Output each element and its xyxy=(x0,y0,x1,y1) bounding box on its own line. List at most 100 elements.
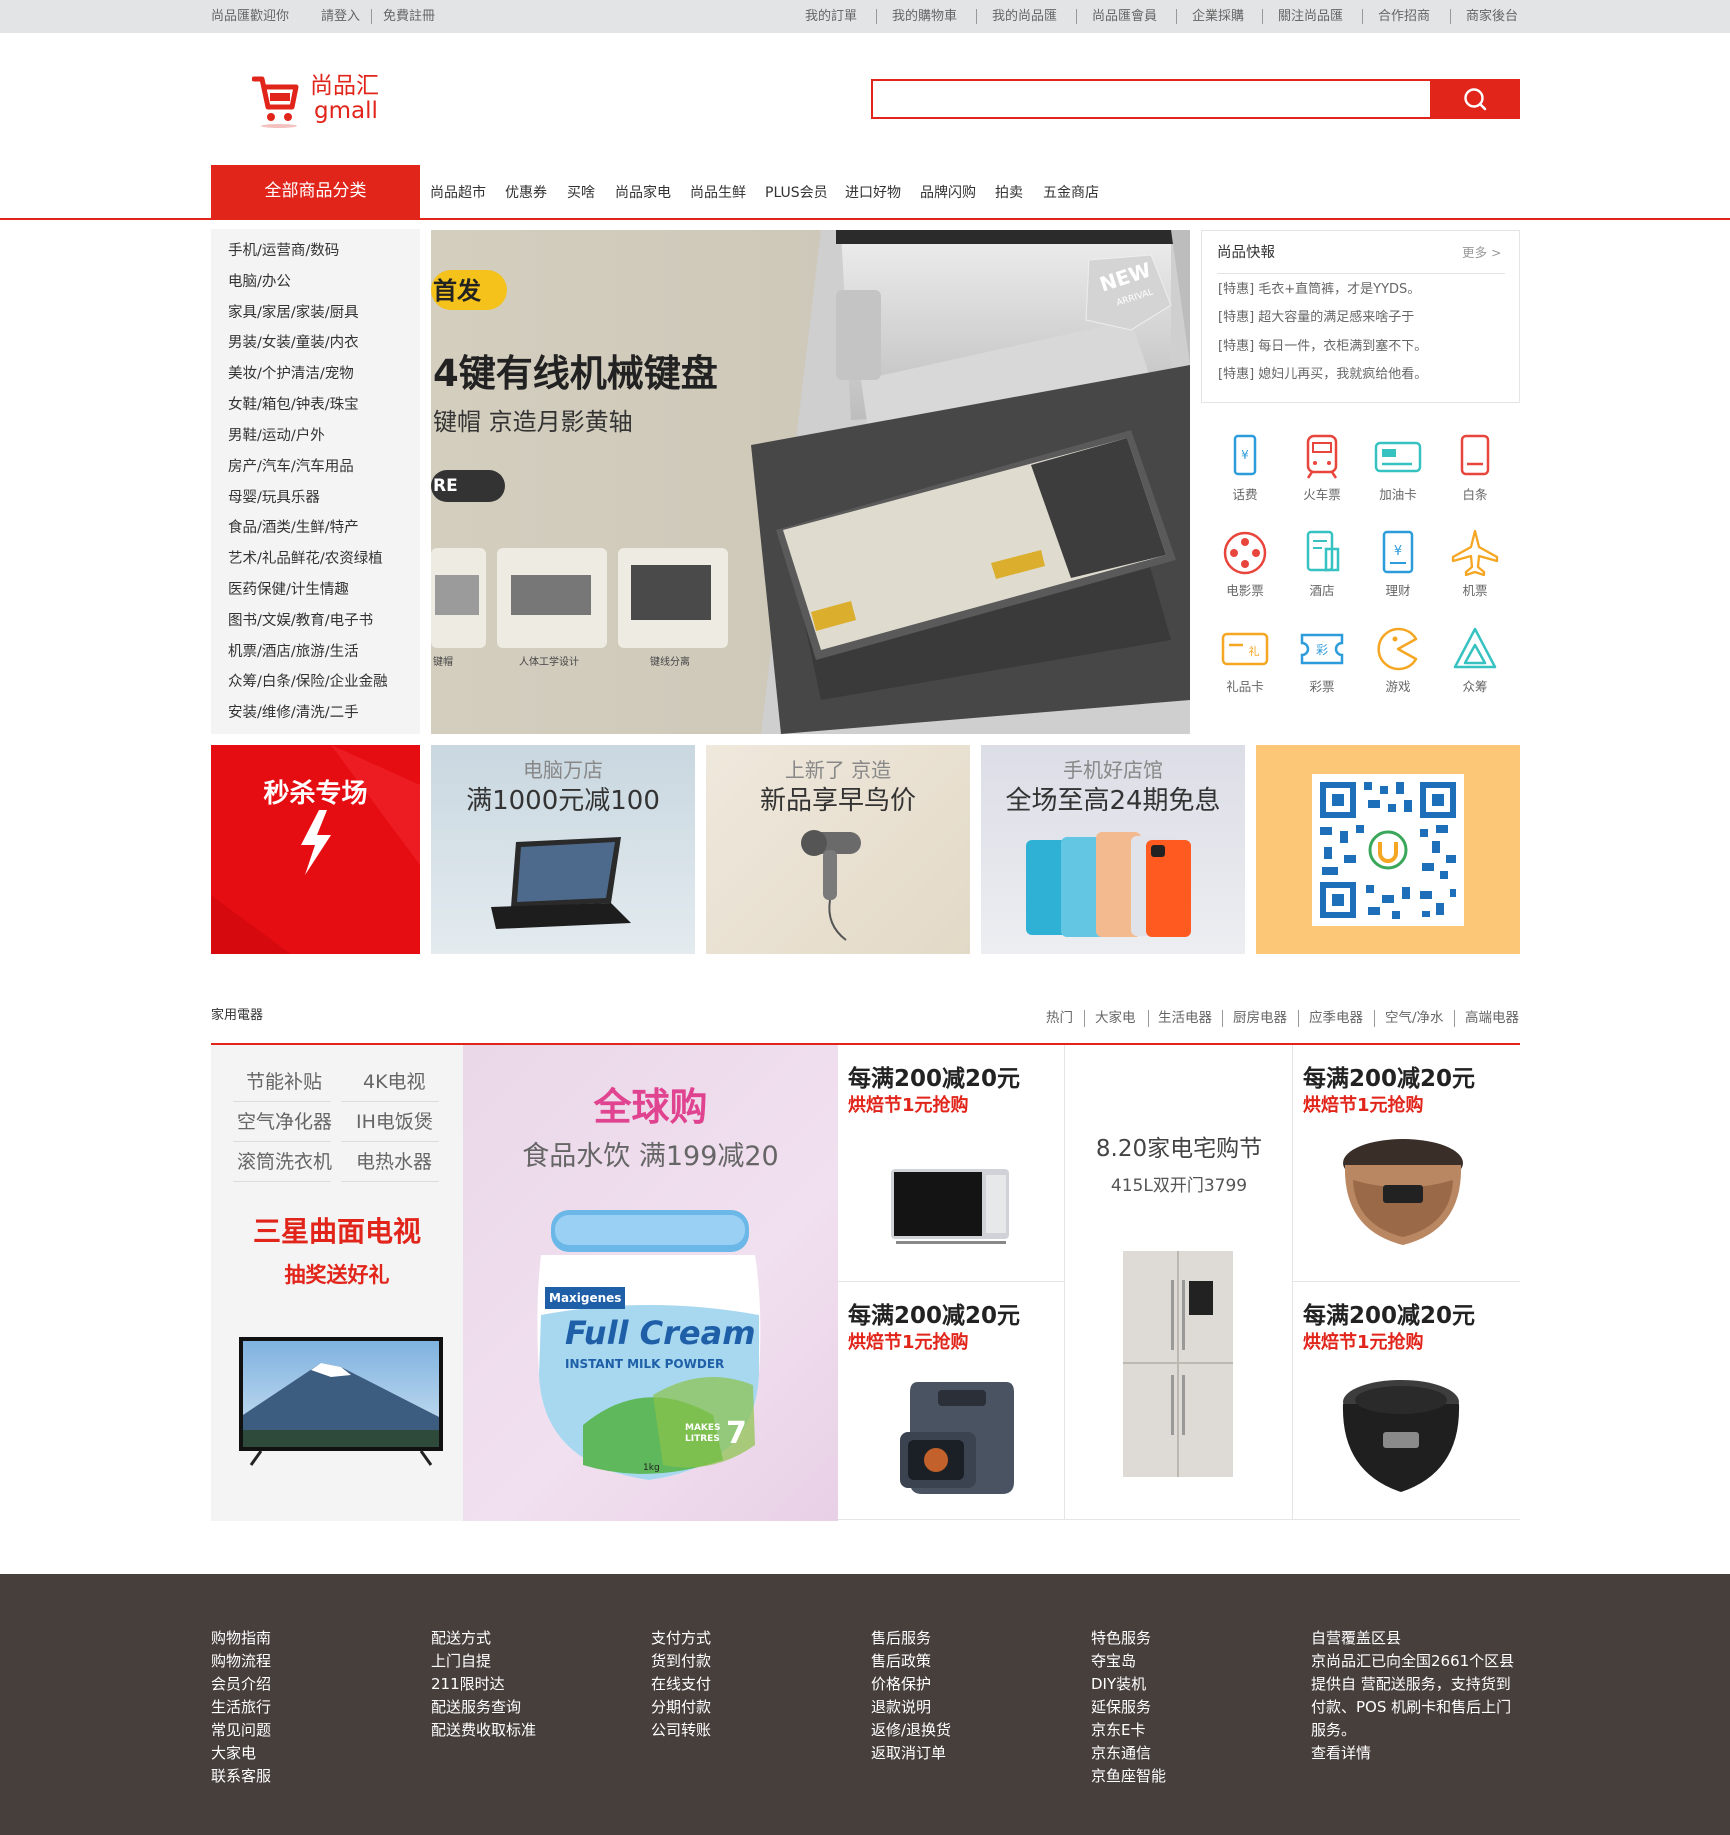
footer-link[interactable]: 分期付款 xyxy=(651,1696,711,1719)
footer-heading[interactable]: 特色服务 xyxy=(1091,1627,1166,1650)
seckill-banner[interactable]: 秒杀专场 xyxy=(211,745,420,954)
news-item[interactable]: [特惠] 每日一件，衣柜满到塞不下。 xyxy=(1218,339,1427,355)
service-fuel-card[interactable]: 加油卡 xyxy=(1368,433,1428,502)
category-item[interactable]: 男装/女装/童装/内衣 xyxy=(228,334,359,352)
nav-item-buy[interactable]: 买啥 xyxy=(567,185,595,201)
service-gift-card[interactable]: 礼 礼品卡 xyxy=(1215,625,1275,694)
category-item[interactable]: 家具/家居/家装/厨具 xyxy=(228,304,359,322)
floor-tab-hot[interactable]: 热门 xyxy=(1046,1010,1073,1026)
carousel-banner[interactable]: 首发 4键有线机械键盘 键帽 京造月影黄轴 RE NEW ARRIVAL 键帽 … xyxy=(431,230,1190,734)
service-crowdfund[interactable]: 众筹 xyxy=(1445,625,1505,694)
category-item[interactable]: 电脑/办公 xyxy=(228,273,291,291)
logo-text[interactable]: 尚品汇 xyxy=(310,72,379,100)
category-item[interactable]: 手机/运营商/数码 xyxy=(228,242,339,260)
footer-link[interactable]: 京东E卡 xyxy=(1091,1719,1166,1742)
footer-link[interactable]: 会员介绍 xyxy=(211,1673,271,1696)
nav-item-plus[interactable]: PLUS会员 xyxy=(765,185,828,201)
footer-link[interactable]: 货到付款 xyxy=(651,1650,711,1673)
news-item[interactable]: [特惠] 毛衣+直筒裤，才是YYDS。 xyxy=(1218,282,1420,298)
footer-link[interactable]: 返取消订单 xyxy=(871,1742,951,1765)
news-item[interactable]: [特惠] 超大容量的满足感来啥子于 xyxy=(1218,310,1414,326)
deal-card-air-fryer[interactable]: 每满200减20元 烘焙节1元抢购 xyxy=(838,1282,1065,1520)
service-lottery[interactable]: 彩 彩票 xyxy=(1292,625,1352,694)
service-flight[interactable]: 机票 xyxy=(1445,529,1505,598)
nav-item-imports[interactable]: 进口好物 xyxy=(845,185,901,201)
category-item[interactable]: 艺术/礼品鲜花/农资绿植 xyxy=(228,550,383,568)
footer-link[interactable]: 公司转账 xyxy=(651,1719,711,1742)
category-item[interactable]: 食品/酒类/生鲜/特产 xyxy=(228,519,359,537)
top-link-member[interactable]: 尚品匯會員 xyxy=(1092,9,1157,25)
search-button[interactable] xyxy=(1431,79,1520,119)
footer-link[interactable]: 在线支付 xyxy=(651,1673,711,1696)
nav-item-appliances[interactable]: 尚品家电 xyxy=(615,185,671,201)
footer-heading[interactable]: 配送方式 xyxy=(431,1627,536,1650)
footer-link[interactable]: 配送服务查询 xyxy=(431,1696,536,1719)
floor-tab-major[interactable]: 大家电 xyxy=(1095,1010,1136,1026)
footer-link[interactable]: 京鱼座智能 xyxy=(1091,1765,1166,1788)
footer-heading[interactable]: 购物指南 xyxy=(211,1627,271,1650)
footer-link[interactable]: 售后政策 xyxy=(871,1650,951,1673)
nav-item-hardware[interactable]: 五金商店 xyxy=(1043,185,1099,201)
nav-item-coupons[interactable]: 优惠券 xyxy=(505,185,547,201)
deal-card-rice-cooker[interactable]: 每满200减20元 烘焙节1元抢购 xyxy=(1293,1045,1520,1282)
category-item[interactable]: 众筹/白条/保险/企业金融 xyxy=(228,673,388,691)
footer-link[interactable]: 购物流程 xyxy=(211,1650,271,1673)
all-categories-button[interactable]: 全部商品分类 xyxy=(211,165,420,218)
footer-link[interactable]: 211限时达 xyxy=(431,1673,536,1696)
category-item[interactable]: 安装/维修/清洗/二手 xyxy=(228,704,359,722)
logo-subtext[interactable]: gmall xyxy=(314,98,378,124)
top-link-follow[interactable]: 關注尚品匯 xyxy=(1278,9,1343,25)
top-link-merchant[interactable]: 商家後台 xyxy=(1466,9,1518,25)
global-buy-banner[interactable]: 全球购 食品水饮 满199减20 Maxigenes Full Cream IN… xyxy=(463,1045,838,1521)
service-movie[interactable]: 电影票 xyxy=(1215,529,1275,598)
cart-logo-icon[interactable] xyxy=(252,73,300,129)
footer-link[interactable]: 退款说明 xyxy=(871,1696,951,1719)
service-game[interactable]: 游戏 xyxy=(1368,625,1428,694)
nav-item-fresh[interactable]: 尚品生鲜 xyxy=(690,185,746,201)
nav-item-supermarket[interactable]: 尚品超市 xyxy=(430,185,486,201)
tv-image[interactable] xyxy=(211,1045,463,1521)
floor-tab-premium[interactable]: 高端电器 xyxy=(1465,1010,1519,1026)
footer-heading[interactable]: 支付方式 xyxy=(651,1627,711,1650)
promo-new-arrivals[interactable]: 上新了 京造 新品享早鸟价 xyxy=(706,745,970,954)
login-link[interactable]: 請登入 xyxy=(321,9,360,25)
footer-link[interactable]: 大家电 xyxy=(211,1742,271,1765)
top-link-my-gmall[interactable]: 我的尚品匯 xyxy=(992,9,1057,25)
promo-phones[interactable]: 手机好店馆 全场至高24期免息 xyxy=(981,745,1245,954)
banner-more-button[interactable]: RE xyxy=(433,476,458,496)
category-item[interactable]: 美妆/个护清洁/宠物 xyxy=(228,365,354,383)
footer-link[interactable]: 上门自提 xyxy=(431,1650,536,1673)
deal-card-microwave[interactable]: 每满200减20元 烘焙节1元抢购 xyxy=(838,1045,1065,1282)
category-item[interactable]: 医药保健/计生情趣 xyxy=(228,581,349,599)
footer-link[interactable]: 夺宝岛 xyxy=(1091,1650,1166,1673)
category-item[interactable]: 图书/文娱/教育/电子书 xyxy=(228,612,373,630)
floor-tab-kitchen[interactable]: 厨房电器 xyxy=(1233,1010,1287,1026)
top-link-orders[interactable]: 我的訂單 xyxy=(805,9,857,25)
floor-tab-seasonal[interactable]: 应季电器 xyxy=(1309,1010,1363,1026)
top-link-partner[interactable]: 合作招商 xyxy=(1378,9,1430,25)
category-item[interactable]: 男鞋/运动/户外 xyxy=(228,427,325,445)
footer-link[interactable]: 联系客服 xyxy=(211,1765,271,1788)
footer-heading[interactable]: 售后服务 xyxy=(871,1627,951,1650)
category-item[interactable]: 母婴/玩具乐器 xyxy=(228,489,320,507)
footer-link[interactable]: 常见问题 xyxy=(211,1719,271,1742)
footer-link[interactable]: DIY装机 xyxy=(1091,1673,1166,1696)
search-input[interactable] xyxy=(873,81,1430,117)
deal-card-fridge[interactable]: 8.20家电宅购节 415L双开门3799 xyxy=(1065,1045,1293,1520)
top-link-cart[interactable]: 我的購物車 xyxy=(892,9,957,25)
footer-link[interactable]: 京东通信 xyxy=(1091,1742,1166,1765)
footer-link[interactable]: 配送费收取标准 xyxy=(431,1719,536,1742)
category-item[interactable]: 房产/汽车/汽车用品 xyxy=(228,458,354,476)
footer-details-link[interactable]: 查看详情 xyxy=(1311,1742,1514,1765)
floor-tab-living[interactable]: 生活电器 xyxy=(1158,1010,1212,1026)
service-phone-bill[interactable]: ¥ 话费 xyxy=(1215,433,1275,502)
news-item[interactable]: [特惠] 媳妇儿再买，我就疯给他看。 xyxy=(1218,367,1427,383)
qr-code-panel[interactable] xyxy=(1256,745,1520,954)
footer-link[interactable]: 价格保护 xyxy=(871,1673,951,1696)
service-hotel[interactable]: 酒店 xyxy=(1292,529,1352,598)
service-finance[interactable]: ¥ 理财 xyxy=(1368,529,1428,598)
category-item[interactable]: 机票/酒店/旅游/生活 xyxy=(228,643,359,661)
promo-computer[interactable]: 电脑万店 满1000元减100 xyxy=(431,745,695,954)
category-item[interactable]: 女鞋/箱包/钟表/珠宝 xyxy=(228,396,359,414)
service-iou[interactable]: 白条 xyxy=(1445,433,1505,502)
